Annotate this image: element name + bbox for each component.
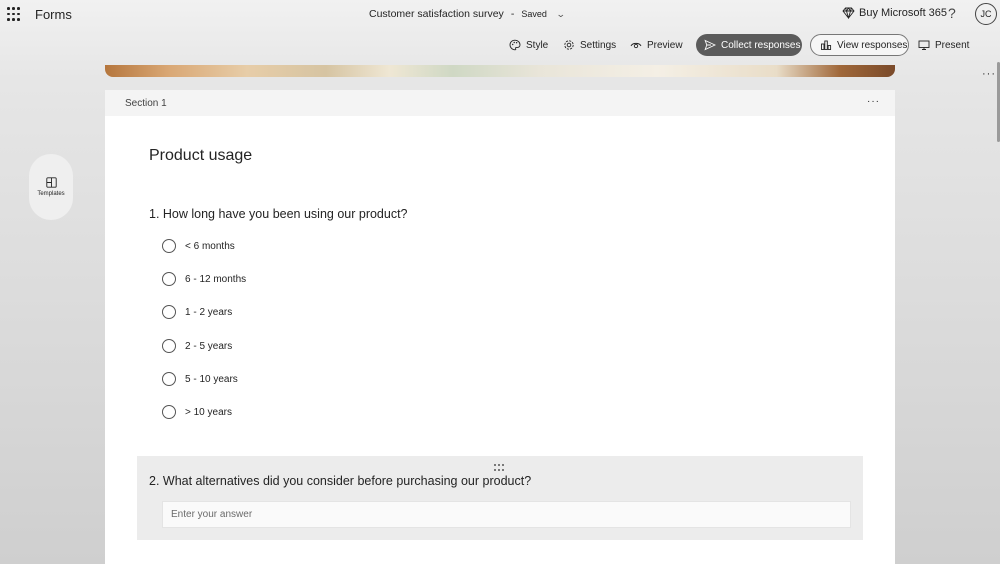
section-more-icon[interactable]: ···: [867, 96, 880, 107]
style-button[interactable]: Style: [509, 34, 548, 56]
templates-label: Templates: [37, 191, 65, 197]
option-label: 6 - 12 months: [185, 273, 247, 285]
option-1[interactable]: < 6 months: [162, 239, 235, 253]
radio-button[interactable]: [162, 305, 176, 319]
top-bar: Forms Customer satisfaction survey - Sav…: [0, 0, 1000, 30]
option-label: 2 - 5 years: [185, 340, 233, 352]
form-toolbar: Style Settings Preview Collect responses…: [0, 34, 1000, 80]
option-6[interactable]: > 10 years: [162, 405, 232, 419]
save-status: Saved: [521, 9, 547, 19]
avatar[interactable]: JC: [975, 3, 997, 25]
palette-icon: [509, 39, 521, 51]
question-2-text[interactable]: 2. What alternatives did you consider be…: [149, 474, 531, 488]
gear-icon: [564, 40, 574, 50]
preview-label: Preview: [647, 39, 683, 51]
option-4[interactable]: 2 - 5 years: [162, 339, 232, 353]
diamond-icon: [842, 7, 855, 19]
chart-icon: [821, 40, 832, 50]
option-label: < 6 months: [185, 240, 235, 252]
theme-banner-image: [105, 65, 895, 77]
eye-icon: [630, 42, 642, 49]
present-label: Present: [935, 39, 970, 51]
present-button[interactable]: Present: [918, 34, 969, 56]
document-title[interactable]: Customer satisfaction survey: [369, 8, 504, 20]
help-button[interactable]: ?: [948, 5, 956, 21]
radio-button[interactable]: [162, 239, 176, 253]
layout-icon: [45, 177, 57, 188]
option-label: > 10 years: [185, 406, 232, 418]
templates-button[interactable]: Templates: [29, 154, 73, 220]
option-2[interactable]: 6 - 12 months: [162, 272, 246, 286]
radio-button[interactable]: [162, 405, 176, 419]
form-title[interactable]: Product usage: [149, 147, 252, 165]
drag-handle-icon[interactable]: [494, 464, 506, 472]
send-icon: [704, 39, 716, 51]
collect-label: Collect responses: [721, 39, 801, 51]
title-separator: -: [510, 8, 515, 20]
app-name[interactable]: Forms: [35, 7, 72, 22]
view-label: View responses: [837, 39, 908, 51]
document-title-area[interactable]: Customer satisfaction survey - Saved ⌄: [369, 8, 566, 20]
buy-label: Buy Microsoft 365: [859, 7, 948, 19]
settings-button[interactable]: Settings: [563, 34, 616, 56]
radio-button[interactable]: [162, 339, 176, 353]
radio-button[interactable]: [162, 372, 176, 386]
section-label: Section 1: [125, 98, 167, 109]
question-1-text[interactable]: 1. How long have you been using our prod…: [149, 207, 408, 221]
question-2-card[interactable]: 2. What alternatives did you consider be…: [137, 456, 863, 540]
answer-input[interactable]: [162, 501, 851, 528]
settings-label: Settings: [580, 39, 617, 51]
chevron-down-icon[interactable]: ⌄: [556, 9, 566, 20]
option-5[interactable]: 5 - 10 years: [162, 372, 238, 386]
buy-microsoft-365-button[interactable]: Buy Microsoft 365: [842, 7, 947, 19]
more-options-icon[interactable]: ···: [982, 68, 996, 80]
section-header: Section 1 ···: [105, 90, 895, 116]
view-responses-button[interactable]: View responses: [810, 34, 909, 56]
app-launcher-icon[interactable]: [7, 7, 21, 21]
option-3[interactable]: 1 - 2 years: [162, 305, 232, 319]
form-card: Section 1 ··· Product usage 1. How long …: [105, 90, 895, 564]
preview-button[interactable]: Preview: [630, 34, 683, 56]
radio-button[interactable]: [162, 272, 176, 286]
collect-responses-button[interactable]: Collect responses: [696, 34, 802, 56]
option-label: 1 - 2 years: [185, 306, 233, 318]
monitor-icon: [918, 40, 930, 50]
option-label: 5 - 10 years: [185, 373, 238, 385]
style-label: Style: [526, 39, 549, 51]
